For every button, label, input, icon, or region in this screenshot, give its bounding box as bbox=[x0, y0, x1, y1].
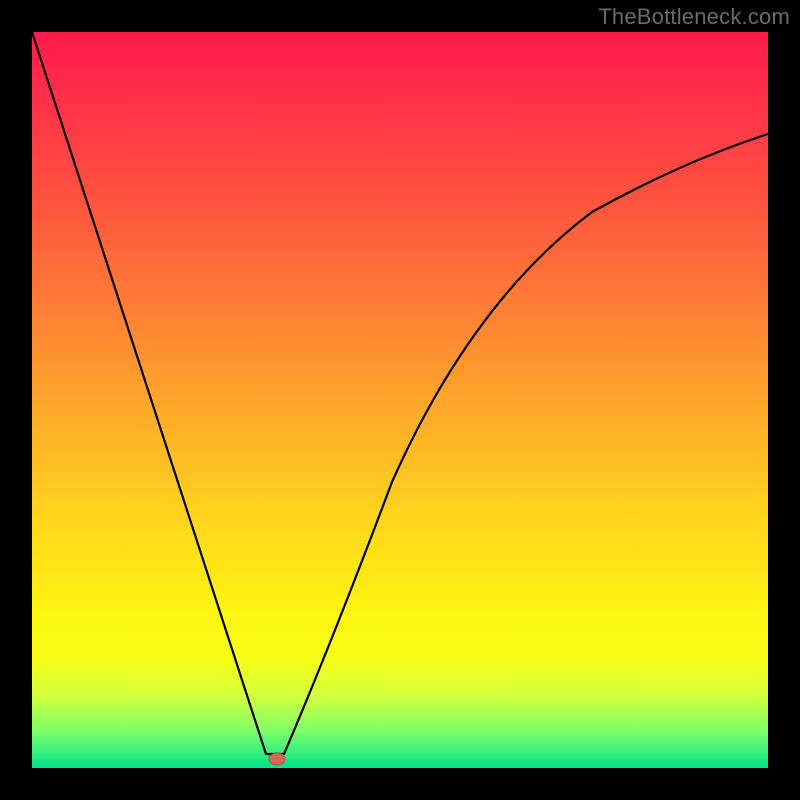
plot-area bbox=[32, 32, 768, 768]
curve-svg bbox=[32, 32, 768, 768]
watermark-text: TheBottleneck.com bbox=[598, 4, 790, 30]
chart-frame: TheBottleneck.com bbox=[0, 0, 800, 800]
minimum-dot bbox=[269, 753, 285, 765]
bottleneck-curve bbox=[32, 32, 768, 754]
